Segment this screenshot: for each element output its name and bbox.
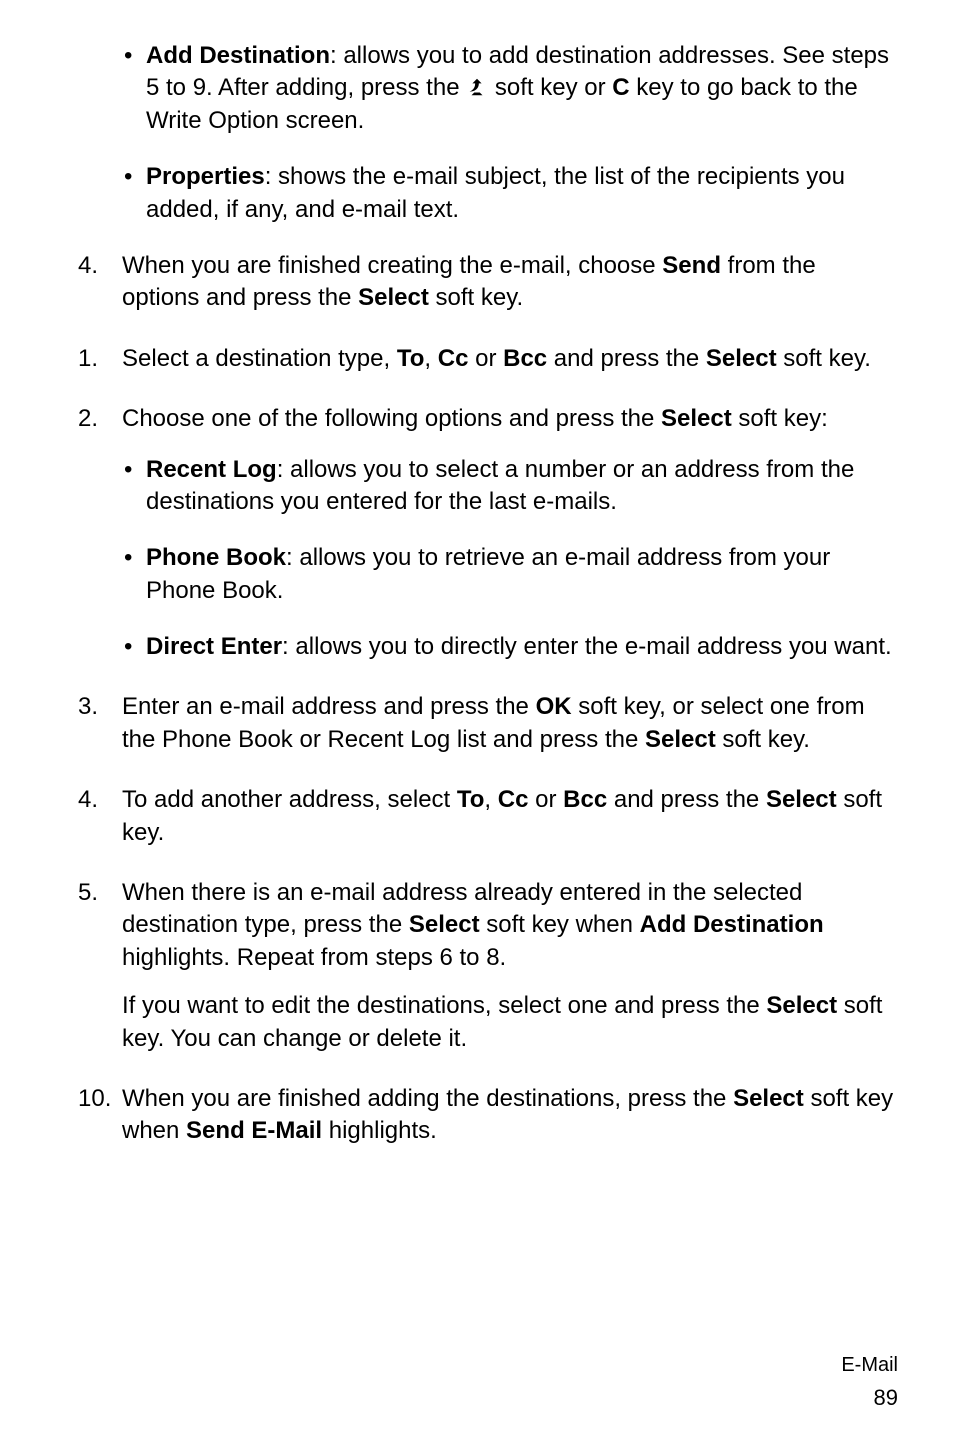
kw-cc: Cc <box>438 345 469 372</box>
step-6: Choose one of the following options and … <box>78 403 898 663</box>
bullet-recent-log: Recent Log: allows you to select a numbe… <box>122 454 898 519</box>
step-9: When there is an e-mail address already … <box>78 877 898 1055</box>
footer-section: E-Mail <box>841 1354 898 1377</box>
kw-select: Select <box>358 284 429 311</box>
step-6-sublist: Recent Log: allows you to select a numbe… <box>122 454 898 664</box>
bullet-title: Properties <box>146 163 265 190</box>
step-text: soft key. <box>716 726 810 753</box>
kw-add-destination: Add Destination <box>640 911 824 938</box>
kw-select: Select <box>733 1085 804 1112</box>
step-7: Enter an e-mail address and press the OK… <box>78 691 898 756</box>
footer-page-number: 89 <box>841 1385 898 1411</box>
bullet-text: soft key or <box>488 74 612 101</box>
bullet-title: Direct Enter <box>146 633 282 660</box>
bullet-title: Recent Log <box>146 456 277 483</box>
kw-to: To <box>397 345 425 372</box>
kw-select: Select <box>766 992 837 1019</box>
step-text: soft key. <box>429 284 523 311</box>
bullet-properties: Properties: shows the e-mail subject, th… <box>122 161 898 226</box>
kw-select: Select <box>706 345 777 372</box>
step-text: or <box>468 345 503 372</box>
bullet-add-destination: Add Destination: allows you to add desti… <box>122 40 898 137</box>
step-text: highlights. Repeat from steps 6 to 8. <box>122 944 506 971</box>
kw-select: Select <box>645 726 716 753</box>
step-text: soft key. <box>777 345 871 372</box>
page-footer: E-Mail 89 <box>841 1354 898 1411</box>
bullet-direct-enter: Direct Enter: allows you to directly ent… <box>122 631 898 663</box>
step-text: and press the <box>547 345 706 372</box>
step-text: If you want to edit the destinations, se… <box>122 992 766 1019</box>
step-text: Enter an e-mail address and press the <box>122 693 536 720</box>
step-4: When you are finished creating the e-mai… <box>78 250 898 315</box>
kw-cc: Cc <box>498 786 529 813</box>
kw-select: Select <box>766 786 837 813</box>
bullet-title: Phone Book <box>146 544 286 571</box>
kw-bcc: Bcc <box>503 345 547 372</box>
back-recycle-icon <box>466 76 488 98</box>
step-text: highlights. <box>322 1117 437 1144</box>
kw-select: Select <box>661 405 732 432</box>
document-page: Add Destination: allows you to add desti… <box>0 0 954 1433</box>
step-text: When you are finished adding the destina… <box>122 1085 733 1112</box>
top-bullet-list: Add Destination: allows you to add desti… <box>122 40 898 226</box>
kw-send-email: Send E-Mail <box>186 1117 322 1144</box>
step-text: When you are finished creating the e-mai… <box>122 252 662 279</box>
key-c: C <box>612 74 629 101</box>
step-9-followup: If you want to edit the destinations, se… <box>122 990 898 1055</box>
numbered-steps: When you are finished creating the e-mai… <box>78 250 898 1148</box>
step-text: soft key: <box>732 405 828 432</box>
step-text: and press the <box>607 786 766 813</box>
kw-select: Select <box>409 911 480 938</box>
step-text: Select a destination type, <box>122 345 397 372</box>
step-8: To add another address, select To, Cc or… <box>78 784 898 849</box>
kw-send: Send <box>662 252 721 279</box>
step-text: or <box>528 786 563 813</box>
kw-bcc: Bcc <box>563 786 607 813</box>
step-text: To add another address, select <box>122 786 457 813</box>
page-content: Add Destination: allows you to add desti… <box>78 40 898 1148</box>
bullet-text: : allows you to directly enter the e-mai… <box>282 633 892 660</box>
step-text: Choose one of the following options and … <box>122 405 661 432</box>
kw-ok: OK <box>536 693 572 720</box>
bullet-phone-book: Phone Book: allows you to retrieve an e-… <box>122 542 898 607</box>
step-10: When you are finished adding the destina… <box>78 1083 898 1148</box>
step-text: , <box>484 786 497 813</box>
kw-to: To <box>457 786 485 813</box>
bullet-title: Add Destination <box>146 42 330 69</box>
step-5: Select a destination type, To, Cc or Bcc… <box>78 343 898 375</box>
step-text: , <box>424 345 437 372</box>
step-text: soft key when <box>480 911 640 938</box>
